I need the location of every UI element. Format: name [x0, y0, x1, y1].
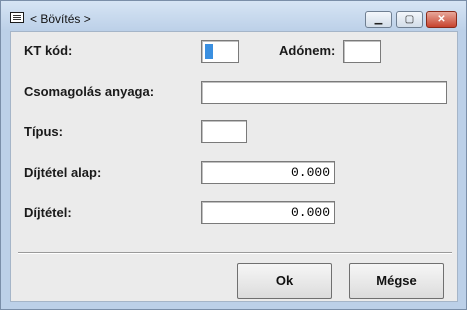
- app-icon[interactable]: [10, 12, 24, 23]
- title-bar[interactable]: < Bövítés > ▁ ▢ ✕: [1, 1, 466, 31]
- tipus-input[interactable]: [201, 120, 247, 143]
- maximize-button[interactable]: ▢: [396, 11, 423, 28]
- dijtetel-alap-label: Díjtétel alap:: [24, 165, 102, 180]
- dialog-window: < Bövítés > ▁ ▢ ✕ KT kód: Adónem: Csomag…: [0, 0, 467, 310]
- csomagolas-input[interactable]: [201, 81, 447, 104]
- ok-button[interactable]: Ok: [237, 263, 332, 299]
- close-button[interactable]: ✕: [426, 11, 457, 28]
- cancel-button[interactable]: Mégse: [349, 263, 444, 299]
- minimize-button[interactable]: ▁: [365, 11, 392, 28]
- adonem-label: Adónem:: [279, 43, 336, 58]
- kt-kod-input[interactable]: [201, 40, 239, 63]
- dijtetel-alap-input[interactable]: 0.000: [201, 161, 335, 184]
- window-title: < Bövítés >: [30, 12, 91, 26]
- adonem-input[interactable]: [343, 40, 381, 63]
- text-cursor: [205, 44, 213, 59]
- dijtetel-input[interactable]: 0.000: [201, 201, 335, 224]
- tipus-label: Típus:: [24, 124, 63, 139]
- dijtetel-label: Díjtétel:: [24, 205, 72, 220]
- button-separator: [18, 252, 452, 254]
- csomagolas-label: Csomagolás anyaga:: [24, 84, 155, 99]
- kt-kod-label: KT kód:: [24, 43, 73, 58]
- form-panel: KT kód: Adónem: Csomagolás anyaga: Típus…: [10, 31, 458, 302]
